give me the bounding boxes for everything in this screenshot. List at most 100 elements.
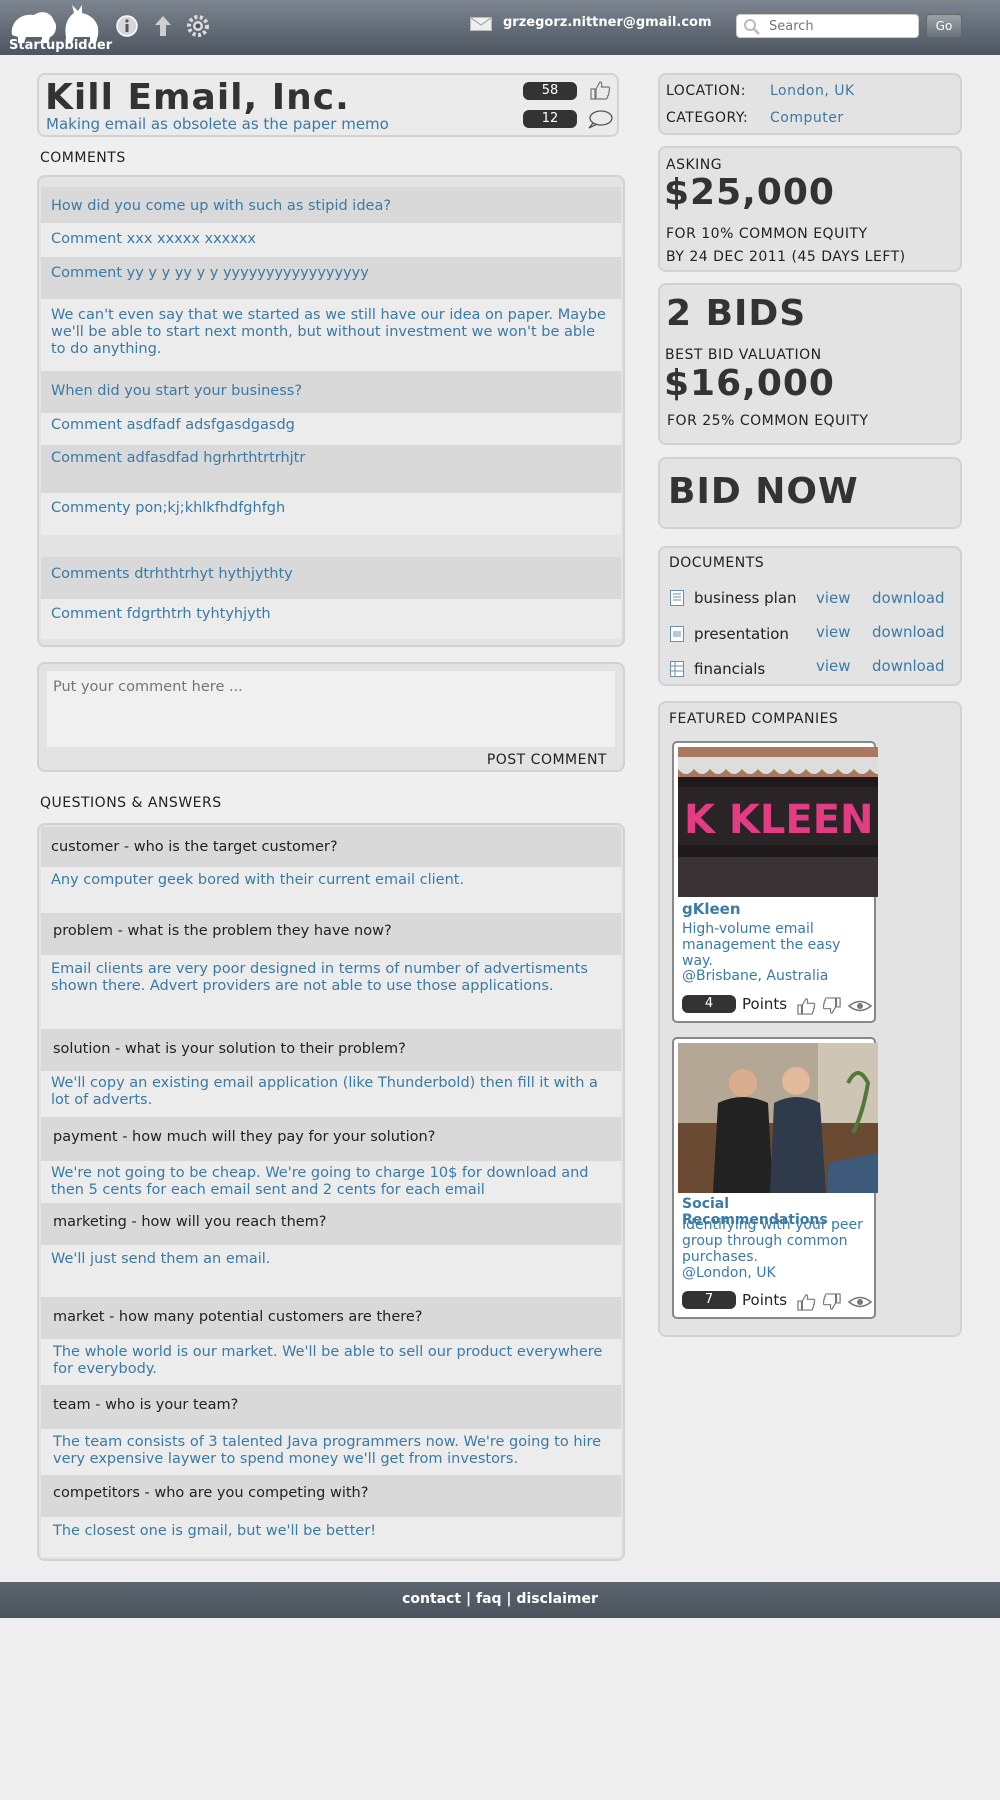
asking-amount: $25,000 xyxy=(664,172,835,213)
featured-company-card[interactable]: Social Recommendations Identifying with … xyxy=(672,1037,878,1319)
question-row: payment - how much will they pay for you… xyxy=(41,1117,621,1161)
presentation-icon xyxy=(670,626,684,642)
company-description: Identifying with your peer group through… xyxy=(682,1217,863,1265)
document-download-link[interactable]: download xyxy=(872,623,945,641)
upload-arrow-icon[interactable] xyxy=(151,14,175,38)
comment-input[interactable] xyxy=(47,671,615,747)
comment-text: Comment adfasdfad hgrhrthtrtrhjtr xyxy=(51,450,306,466)
points-badge: 7 xyxy=(682,1291,736,1309)
post-comment-button[interactable]: POST COMMENT xyxy=(487,752,607,768)
answer-row: We'll just send them an email. xyxy=(41,1245,621,1297)
comment-form: POST COMMENT xyxy=(37,662,625,772)
asking-equity: FOR 10% COMMON EQUITY xyxy=(666,226,868,242)
question-text: marketing - how will you reach them? xyxy=(53,1214,327,1230)
footer-separator: | xyxy=(465,1591,472,1607)
qa-heading: QUESTIONS & ANSWERS xyxy=(40,795,222,811)
answer-text: The whole world is our market. We'll be … xyxy=(53,1344,603,1377)
answer-text: Email clients are very poor designed in … xyxy=(51,961,588,994)
document-download-link[interactable]: download xyxy=(872,589,945,607)
company-tagline: Making email as obsolete as the paper me… xyxy=(46,115,389,133)
comment-text: We can't even say that we started as we … xyxy=(51,307,606,357)
best-bid-equity: FOR 25% COMMON EQUITY xyxy=(667,413,869,429)
bid-now-label: BID NOW xyxy=(668,471,859,512)
company-location: @London, UK xyxy=(682,1265,776,1281)
faq-link[interactable]: faq xyxy=(476,1591,502,1607)
thumbs-up-icon[interactable] xyxy=(796,997,816,1015)
storefront-sign: K KLEEN xyxy=(684,797,874,843)
spreadsheet-icon xyxy=(670,661,684,677)
comment-row: How did you come up with such as stipid … xyxy=(41,187,621,223)
eye-icon[interactable] xyxy=(848,1293,872,1311)
comment-row: Comment xxx xxxxx xxxxxx xyxy=(41,223,621,257)
company-header: Kill Email, Inc. Making email as obsolet… xyxy=(37,73,619,137)
disclaimer-link[interactable]: disclaimer xyxy=(516,1591,597,1607)
mail-icon xyxy=(470,17,492,31)
document-view-link[interactable]: view xyxy=(816,623,851,641)
info-icon[interactable] xyxy=(115,14,139,38)
thumbs-up-icon[interactable] xyxy=(589,80,611,100)
comments-count: 12 xyxy=(523,110,577,128)
comment-text: When did you start your business? xyxy=(51,383,303,399)
answer-text: We'll just send them an email. xyxy=(51,1251,271,1267)
contact-link[interactable]: contact xyxy=(402,1591,461,1607)
comment-row: We can't even say that we started as we … xyxy=(41,299,621,371)
answer-row: The whole world is our market. We'll be … xyxy=(41,1339,621,1385)
comment-row: Commenty pon;kj;khlkfhdfghfgh xyxy=(41,493,621,535)
search-icon xyxy=(744,19,760,35)
top-bar: Startupbidder grzegorz.nittner@gmail.com… xyxy=(0,0,1000,55)
footer: contact | faq | disclaimer xyxy=(0,1582,1000,1618)
featured-heading: FEATURED COMPANIES xyxy=(669,711,839,727)
question-row: customer - who is the target customer? xyxy=(41,827,621,867)
points-label: Points xyxy=(742,995,788,1013)
gear-icon[interactable] xyxy=(186,14,210,38)
comments-heading: COMMENTS xyxy=(40,150,126,166)
question-text: team - who is your team? xyxy=(53,1397,239,1413)
comment-row: Comment fdgrthtrh tyhtyhjyth xyxy=(41,599,621,639)
document-download-link[interactable]: download xyxy=(872,657,945,675)
document-name: financials xyxy=(694,660,766,678)
bid-now-button[interactable]: BID NOW xyxy=(658,457,962,529)
answer-row: We'll copy an existing email application… xyxy=(41,1071,621,1117)
thumbs-down-icon[interactable] xyxy=(822,1293,842,1311)
answer-row: The team consists of 3 talented Java pro… xyxy=(41,1429,621,1475)
documents-panel: DOCUMENTS business plan view download pr… xyxy=(658,546,962,686)
document-name: business plan xyxy=(694,589,797,607)
search-go-button[interactable]: Go xyxy=(926,14,962,38)
thumbs-down-icon[interactable] xyxy=(822,997,842,1015)
comment-row: Comment asdfadf adsfgasdgasdg xyxy=(41,413,621,445)
category-link[interactable]: Computer xyxy=(770,110,844,126)
company-info-panel: LOCATION: London, UK CATEGORY: Computer xyxy=(658,73,962,135)
comment-text: Commenty pon;kj;khlkfhdfghfgh xyxy=(51,500,286,516)
company-name: Kill Email, Inc. xyxy=(45,77,350,118)
user-email[interactable]: grzegorz.nittner@gmail.com xyxy=(503,15,712,30)
question-row: problem - what is the problem they have … xyxy=(41,913,621,955)
likes-count: 58 xyxy=(523,82,577,100)
search-input[interactable] xyxy=(736,14,919,38)
question-row: team - who is your team? xyxy=(41,1385,621,1429)
question-row: solution - what is your solution to thei… xyxy=(41,1029,621,1071)
company-image[interactable] xyxy=(678,1043,878,1193)
comment-text: Comment xxx xxxxx xxxxxx xyxy=(51,231,257,247)
comment-row: Comment adfasdfad hgrhrthtrtrhjtr xyxy=(41,445,621,493)
eye-icon[interactable] xyxy=(848,997,872,1015)
company-location: @Brisbane, Australia xyxy=(682,968,829,984)
points-label: Points xyxy=(742,1291,788,1309)
answer-text: We'll copy an existing email application… xyxy=(51,1075,598,1108)
thumbs-up-icon[interactable] xyxy=(796,1293,816,1311)
comment-text: Comment yy y y yy y y yyyyyyyyyyyyyyyyy xyxy=(51,265,369,281)
featured-company-card[interactable]: K KLEEN gKleen High-volume email managem… xyxy=(672,741,878,1023)
category-label: CATEGORY: xyxy=(666,110,749,126)
featured-companies-panel: FEATURED COMPANIES K KLEEN gKleen High-v… xyxy=(658,701,962,1337)
brand-name[interactable]: Startupbidder xyxy=(9,38,112,53)
company-image[interactable]: K KLEEN xyxy=(678,747,878,897)
company-name-link[interactable]: gKleen xyxy=(682,900,741,918)
speech-bubble-icon[interactable] xyxy=(587,109,613,129)
footer-separator: | xyxy=(506,1591,512,1607)
location-link[interactable]: London, UK xyxy=(770,83,855,99)
question-text: payment - how much will they pay for you… xyxy=(53,1129,436,1145)
document-view-link[interactable]: view xyxy=(816,589,851,607)
comment-row: Comments dtrhthtrhyt hythjythty xyxy=(41,557,621,599)
document-name: presentation xyxy=(694,625,789,643)
document-view-link[interactable]: view xyxy=(816,657,851,675)
comment-text: How did you come up with such as stipid … xyxy=(51,198,392,214)
